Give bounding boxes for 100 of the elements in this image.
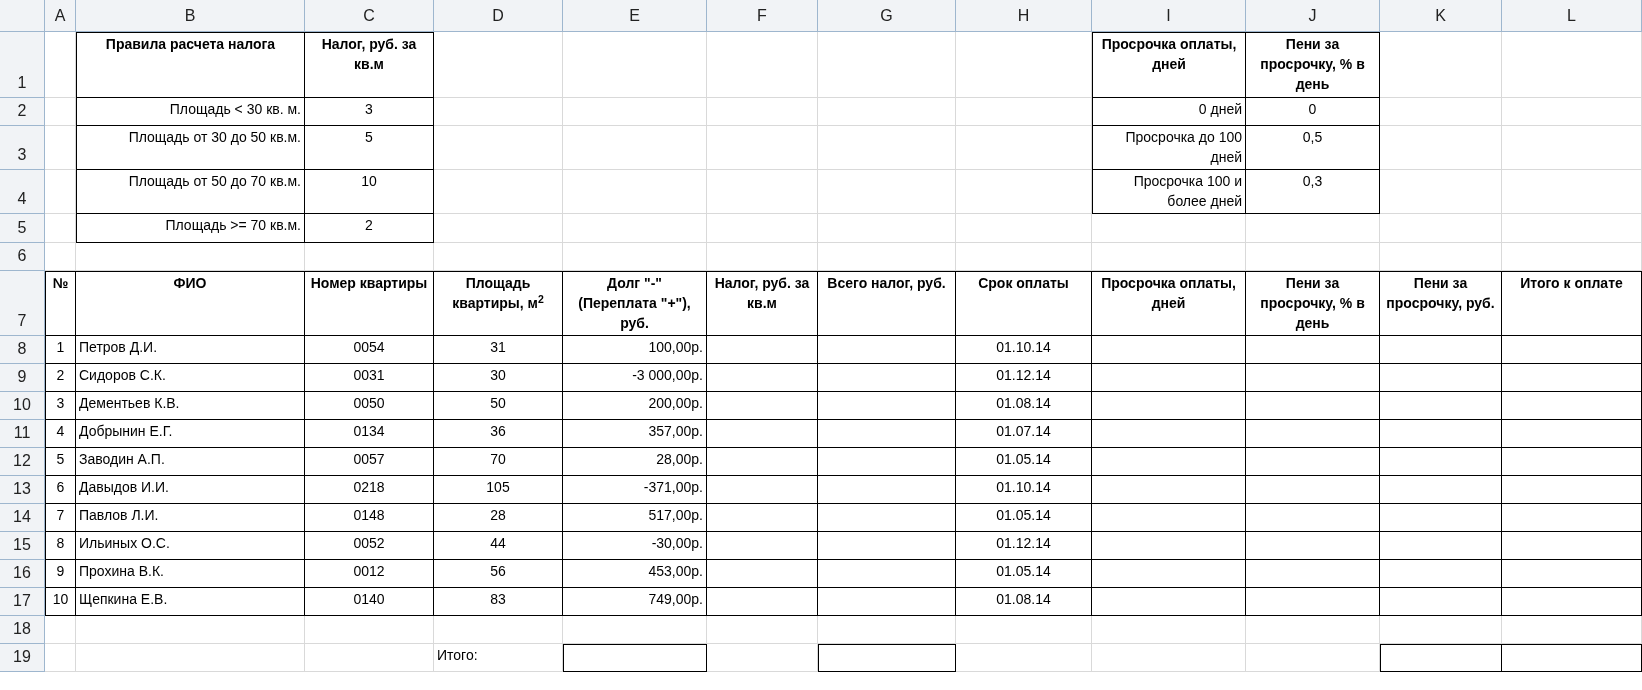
table-cell: 0218: [305, 476, 434, 504]
column-heading: Площадь квартиры, м$^{2}$: [434, 271, 563, 336]
column-heading: ФИО: [76, 271, 305, 336]
table-cell: 01.10.14: [956, 476, 1092, 504]
row-header[interactable]: 10: [0, 392, 45, 420]
table-cell: 2: [305, 214, 434, 243]
column-header[interactable]: L: [1502, 0, 1642, 32]
table-cell: Площадь >= 70 кв.м.: [76, 214, 305, 243]
table-cell: 0,5: [1246, 126, 1380, 170]
row-header[interactable]: 9: [0, 364, 45, 392]
table-cell: 9: [45, 560, 76, 588]
table-cell: Дементьев К.В.: [76, 392, 305, 420]
table-cell: Заводин А.П.: [76, 448, 305, 476]
column-heading: Пени за просрочку, руб.: [1380, 271, 1502, 336]
empty-cell: [45, 126, 76, 170]
table-cell: 0,3: [1246, 170, 1380, 214]
column-header[interactable]: E: [563, 0, 707, 32]
table-cell: Давыдов И.И.: [76, 476, 305, 504]
table-cell: 3: [305, 98, 434, 126]
row-header[interactable]: 14: [0, 504, 45, 532]
table-cell: Петров Д.И.: [76, 336, 305, 364]
row-header[interactable]: 15: [0, 532, 45, 560]
table-cell: 0 дней: [1092, 98, 1246, 126]
table-cell: 50: [434, 392, 563, 420]
table-cell: 0148: [305, 504, 434, 532]
row-header[interactable]: 8: [0, 336, 45, 364]
row-header[interactable]: 17: [0, 588, 45, 616]
column-header[interactable]: C: [305, 0, 434, 32]
table-cell: 01.08.14: [956, 588, 1092, 616]
row-header[interactable]: 18: [0, 616, 45, 644]
table-cell: Площадь от 50 до 70 кв.м.: [76, 170, 305, 214]
table-cell: 10: [305, 170, 434, 214]
column-header[interactable]: A: [45, 0, 76, 32]
column-header[interactable]: K: [1380, 0, 1502, 32]
table-cell: 01.05.14: [956, 504, 1092, 532]
table-cell: 30: [434, 364, 563, 392]
row-header[interactable]: 5: [0, 214, 45, 243]
table-cell: -371,00р.: [563, 476, 707, 504]
table-cell: 1: [45, 336, 76, 364]
table-cell: 0140: [305, 588, 434, 616]
row-header[interactable]: 13: [0, 476, 45, 504]
empty-cell: [45, 170, 76, 214]
table-cell: 83: [434, 588, 563, 616]
table-cell: Правила расчета налога: [76, 32, 305, 98]
table-cell: Площадь < 30 кв. м.: [76, 98, 305, 126]
row-header[interactable]: 3: [0, 126, 45, 170]
table-cell: 0134: [305, 420, 434, 448]
table-cell: 36: [434, 420, 563, 448]
table-cell: 517,00р.: [563, 504, 707, 532]
row-header[interactable]: 2: [0, 98, 45, 126]
table-cell: 0050: [305, 392, 434, 420]
column-header[interactable]: F: [707, 0, 818, 32]
table-cell: 105: [434, 476, 563, 504]
table-cell: 2: [45, 364, 76, 392]
table-cell: 0054: [305, 336, 434, 364]
table-cell: Сидоров С.К.: [76, 364, 305, 392]
table-cell: -3 000,00р.: [563, 364, 707, 392]
row-header[interactable]: 6: [0, 243, 45, 271]
column-heading: Срок оплаты: [956, 271, 1092, 336]
table-cell: 0057: [305, 448, 434, 476]
table-cell: 0012: [305, 560, 434, 588]
table-cell: 0052: [305, 532, 434, 560]
table-cell: Итого:: [434, 644, 563, 672]
table-cell: 749,00р.: [563, 588, 707, 616]
column-header[interactable]: I: [1092, 0, 1246, 32]
row-header[interactable]: 11: [0, 420, 45, 448]
row-header[interactable]: 16: [0, 560, 45, 588]
table-cell: 56: [434, 560, 563, 588]
table-cell: Пени за просрочку, % в день: [1246, 32, 1380, 98]
table-cell: 01.05.14: [956, 560, 1092, 588]
column-header[interactable]: G: [818, 0, 956, 32]
table-cell: 01.05.14: [956, 448, 1092, 476]
column-heading: Итого к оплате: [1502, 271, 1642, 336]
column-heading: №: [45, 271, 76, 336]
table-cell: 0: [1246, 98, 1380, 126]
table-cell: 6: [45, 476, 76, 504]
column-heading: Всего налог, руб.: [818, 271, 956, 336]
column-header[interactable]: H: [956, 0, 1092, 32]
row-header[interactable]: 12: [0, 448, 45, 476]
row-header[interactable]: 7: [0, 271, 45, 336]
column-header[interactable]: D: [434, 0, 563, 32]
row-header[interactable]: 1: [0, 32, 45, 98]
row-header[interactable]: 19: [0, 644, 45, 672]
select-all-corner[interactable]: [0, 0, 45, 32]
table-cell: 5: [305, 126, 434, 170]
column-header[interactable]: J: [1246, 0, 1380, 32]
table-cell: 28,00р.: [563, 448, 707, 476]
table-cell: 28: [434, 504, 563, 532]
table-cell: 5: [45, 448, 76, 476]
column-header[interactable]: B: [76, 0, 305, 32]
table-cell: 70: [434, 448, 563, 476]
table-cell: Щепкина Е.В.: [76, 588, 305, 616]
column-heading: Просрочка оплаты, дней: [1092, 271, 1246, 336]
table-cell: 0031: [305, 364, 434, 392]
table-cell: 7: [45, 504, 76, 532]
table-cell: Прохина В.К.: [76, 560, 305, 588]
row-header[interactable]: 4: [0, 170, 45, 214]
table-cell: 01.12.14: [956, 364, 1092, 392]
column-heading: Налог, руб. за кв.м: [707, 271, 818, 336]
table-cell: 357,00р.: [563, 420, 707, 448]
